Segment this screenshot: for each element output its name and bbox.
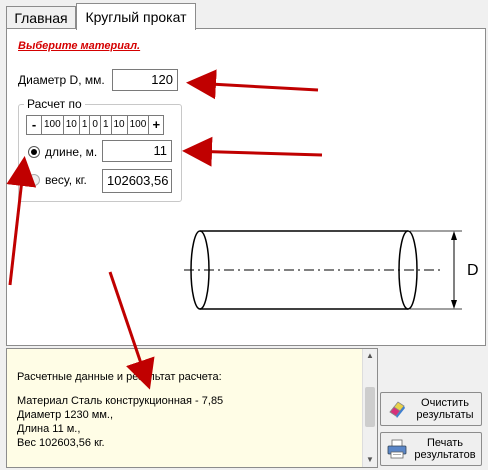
stepper-plus-10-button[interactable]: 10 bbox=[112, 116, 128, 134]
stepper-minus-button[interactable]: - bbox=[27, 116, 42, 134]
weight-label: весу, кг. bbox=[45, 173, 87, 187]
stepper-zero-button[interactable]: 0 bbox=[90, 116, 101, 134]
length-label: длине, м. bbox=[45, 145, 98, 159]
diameter-input[interactable]: 120 bbox=[112, 69, 178, 91]
diameter-label: Диаметр D, мм. bbox=[18, 73, 105, 87]
printer-icon bbox=[386, 438, 408, 460]
material-prompt-link[interactable]: Выберите материал. bbox=[18, 40, 140, 52]
stepper-plus-100-button[interactable]: 100 bbox=[128, 116, 150, 134]
length-input[interactable]: 11 bbox=[102, 140, 172, 162]
weight-radio[interactable] bbox=[28, 174, 40, 186]
clear-results-button[interactable]: Очистить результаты bbox=[380, 392, 482, 426]
value-stepper: - 100 10 1 0 1 10 100 + bbox=[26, 115, 165, 135]
print-results-label: Печать результатов bbox=[414, 437, 476, 461]
length-radio[interactable] bbox=[28, 146, 40, 158]
dimension-d-label: D bbox=[467, 262, 479, 279]
stepper-minus-100-button[interactable]: 100 bbox=[42, 116, 64, 134]
print-results-button[interactable]: Печать результатов bbox=[380, 432, 482, 466]
weight-input[interactable]: 102603,56 bbox=[102, 169, 172, 193]
stepper-plus-1-button[interactable]: 1 bbox=[101, 116, 112, 134]
clear-results-label: Очистить результаты bbox=[416, 397, 474, 421]
stepper-minus-10-button[interactable]: 10 bbox=[64, 116, 80, 134]
stepper-plus-button[interactable]: + bbox=[149, 116, 163, 134]
stepper-minus-1-button[interactable]: 1 bbox=[80, 116, 91, 134]
calc-group-title: Расчет по bbox=[24, 97, 85, 111]
eraser-icon bbox=[386, 398, 408, 420]
